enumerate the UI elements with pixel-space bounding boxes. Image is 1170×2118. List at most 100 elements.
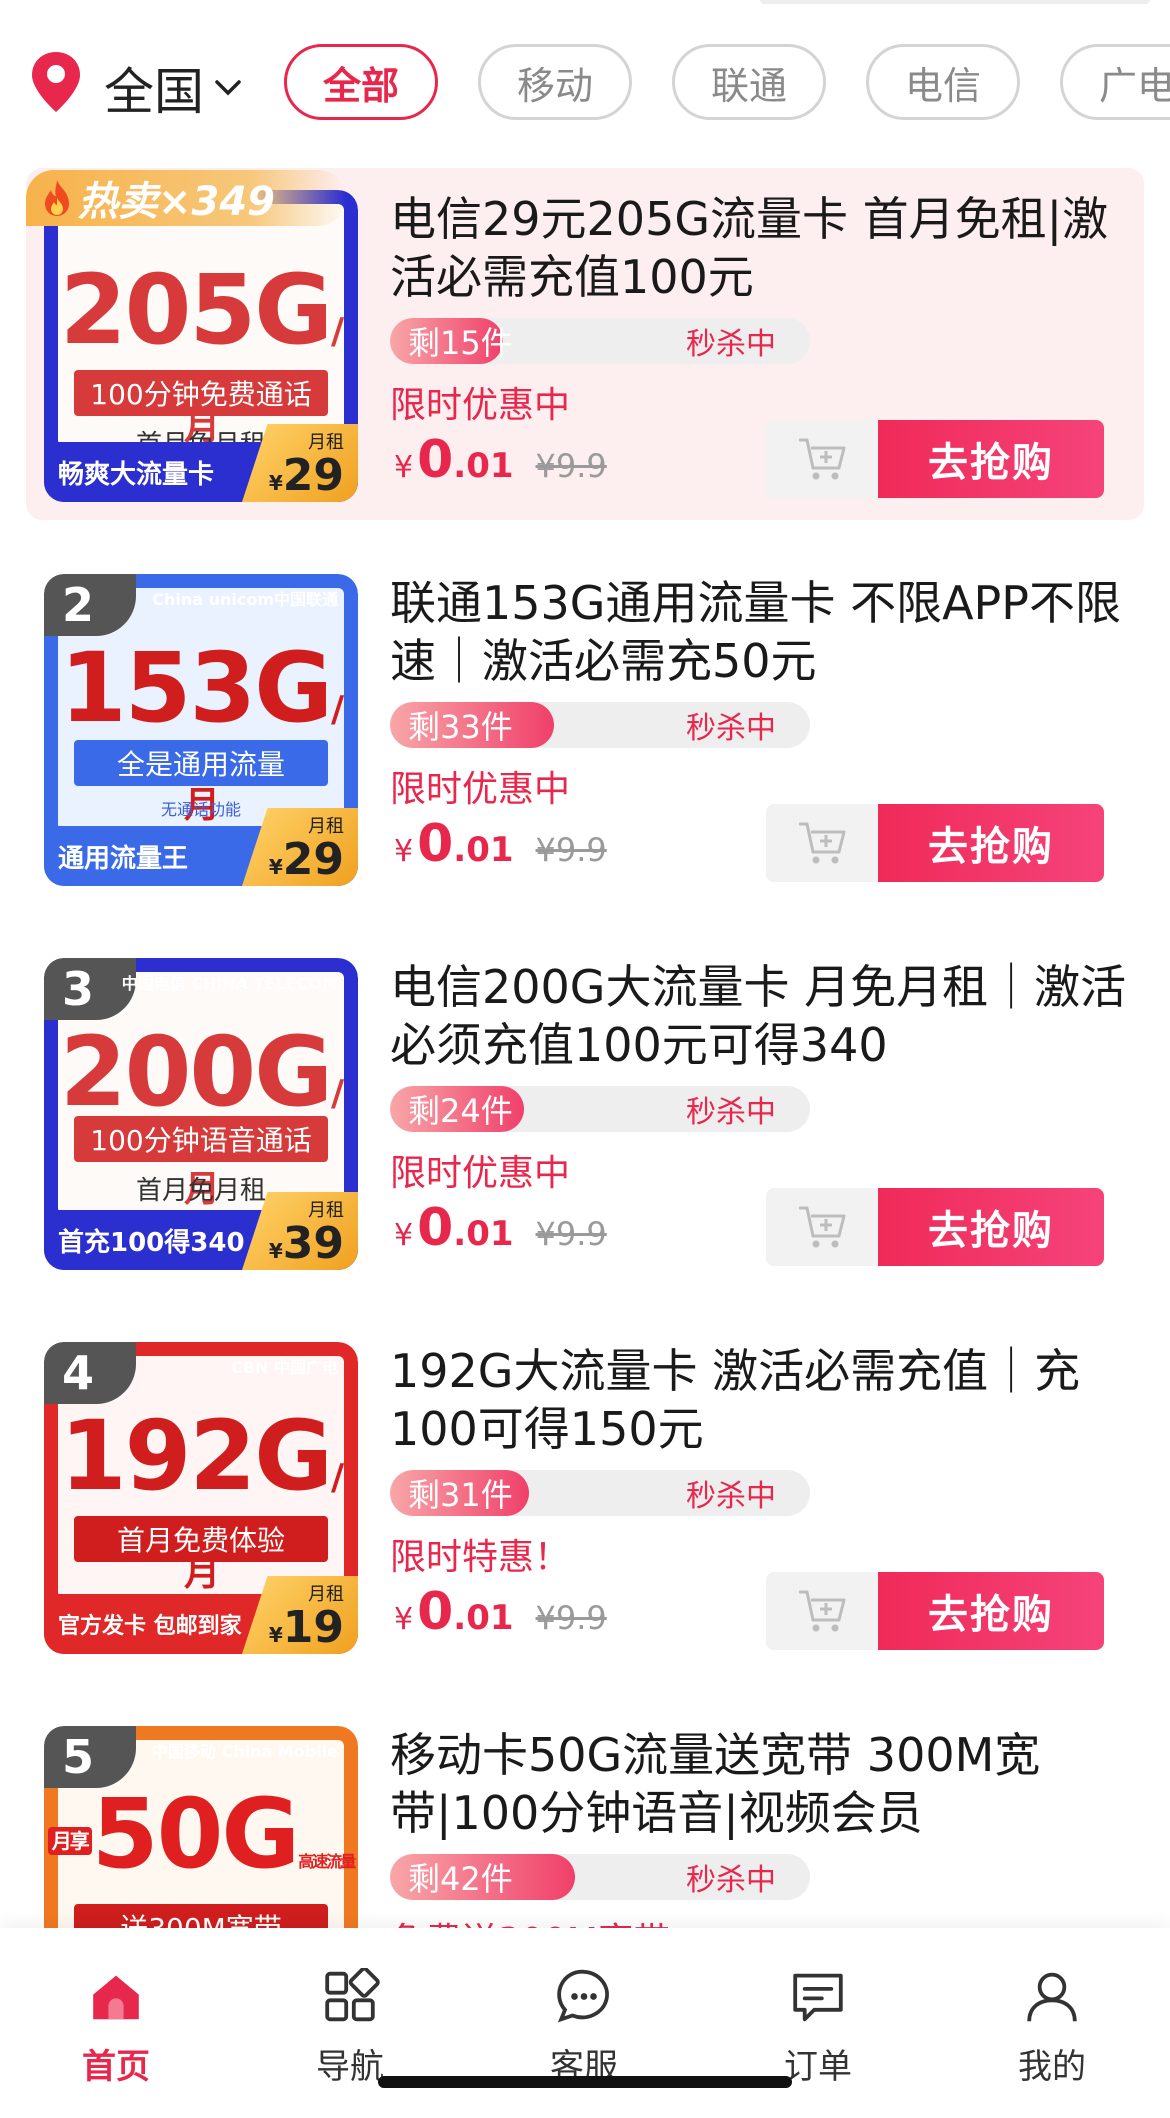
stock-progress: 剩31件 秒杀中 <box>390 1470 810 1516</box>
card-gb: 200G <box>59 1016 333 1128</box>
cart-icon <box>799 822 846 864</box>
chip-mobile[interactable]: 移动 <box>478 44 632 120</box>
card-gb: 50G <box>91 1778 300 1890</box>
monthly-price: 29 <box>282 834 344 885</box>
card-band: 100分钟语音通话 <box>74 1116 328 1162</box>
home-icon <box>93 1975 139 2020</box>
tab-profile[interactable]: 我的 <box>972 1968 1132 2088</box>
buy-now-button[interactable]: 去抢购 <box>878 420 1104 498</box>
stock-state: 秒杀中 <box>686 1095 776 1130</box>
brand-label: 中国电信 CHINA TELECOM <box>121 974 338 993</box>
stock-left: 剩24件 <box>408 1092 513 1130</box>
carrier-chips: 全部 移动 联通 电信 广电 <box>284 44 1170 120</box>
price: ¥ 0 .01 ¥9.9 <box>394 1198 607 1268</box>
product-card[interactable]: 2 China unicom中国联通 153G/月 全是通用流量 无通话功能 通… <box>26 552 1144 904</box>
product-title[interactable]: 电信29元205G流量卡 首月免租|激活必需充值100元 <box>390 190 1130 306</box>
product-title[interactable]: 电信200G大流量卡 月免月租｜激活必须充值100元可得340 <box>390 958 1130 1074</box>
tab-navigation[interactable]: 导航 <box>270 1968 430 2088</box>
price: ¥ 0 .01 ¥9.9 <box>394 430 607 500</box>
promo-text: 限时优惠中 <box>390 1153 571 1194</box>
chevron-down-icon <box>215 80 241 96</box>
tab-label: 订单 <box>784 2047 852 2087</box>
card-gb: 192G <box>59 1400 333 1512</box>
region-label: 全国 <box>104 63 204 121</box>
hot-badge-label: 热卖×349 <box>78 179 276 225</box>
chip-all[interactable]: 全部 <box>284 44 438 120</box>
chip-broadcast[interactable]: 广电 <box>1060 44 1170 120</box>
stock-progress: 剩42件 秒杀中 <box>390 1854 810 1900</box>
brand-label: CBN 中国广电 <box>231 1358 338 1377</box>
monthly-price: 29 <box>282 450 344 501</box>
card-gb: 153G <box>59 632 333 744</box>
status-sliver <box>760 0 1150 4</box>
price: ¥ 0 .01 ¥9.9 <box>394 814 607 884</box>
stock-left: 剩42件 <box>408 1860 513 1898</box>
chip-unicom[interactable]: 联通 <box>672 44 826 120</box>
cart-icon <box>799 1590 846 1632</box>
order-icon <box>793 1973 843 2022</box>
tab-home[interactable]: 首页 <box>36 1968 196 2088</box>
price-int: 0 <box>417 814 454 874</box>
product-thumbnail[interactable]: 205G/月 100分钟免费通话 首月免月租 畅爽大流量卡 月租 ¥29 <box>44 190 358 502</box>
filter-bar: 全国 全部 移动 联通 电信 广电 <box>0 0 1170 168</box>
flame-icon <box>45 180 69 216</box>
add-to-cart-button[interactable] <box>766 804 878 882</box>
stock-left: 剩31件 <box>408 1476 513 1514</box>
tab-orders[interactable]: 订单 <box>738 1968 898 2088</box>
promo-text: 限时优惠中 <box>390 769 571 810</box>
grid-icon <box>325 1968 380 2022</box>
tab-label: 我的 <box>1018 2047 1086 2087</box>
price-currency: ¥ <box>394 450 414 485</box>
original-price: ¥9.9 <box>535 447 607 485</box>
product-title[interactable]: 联通153G通用流量卡 不限APP不限速｜激活必需充50元 <box>390 574 1130 690</box>
stock-progress: 剩15件 秒杀中 <box>390 318 810 364</box>
cart-icon <box>799 1206 846 1248</box>
hot-badge: 热卖×349 <box>26 170 346 226</box>
stock-left: 剩33件 <box>408 708 513 746</box>
chip-telecom[interactable]: 电信 <box>866 44 1020 120</box>
product-title[interactable]: 192G大流量卡 激活必需充值｜充100可得150元 <box>390 1342 1130 1458</box>
bottom-tab-bar: 首页 导航 客服 订单 我的 <box>0 1928 1170 2118</box>
price-dec: .01 <box>453 446 514 486</box>
stock-progress: 剩24件 秒杀中 <box>390 1086 810 1132</box>
price-dec: .01 <box>453 830 514 870</box>
add-to-cart-button[interactable] <box>766 1572 878 1650</box>
location-pin-icon[interactable] <box>28 50 84 114</box>
buy-now-button[interactable]: 去抢购 <box>878 1188 1104 1266</box>
card-unit: 高速流量 <box>298 1852 356 1871</box>
monthly-price: 39 <box>282 1218 344 1269</box>
region-selector[interactable]: 全国 <box>104 52 242 124</box>
original-price: ¥9.9 <box>535 1215 607 1253</box>
product-title[interactable]: 移动卡50G流量送宽带 300M宽带|100分钟语音|视频会员 <box>390 1726 1130 1842</box>
card-gb: 205G <box>59 254 333 366</box>
tab-customer-service[interactable]: 客服 <box>504 1968 664 2088</box>
original-price: ¥9.9 <box>535 1599 607 1637</box>
product-card[interactable]: 205G/月 100分钟免费通话 首月免月租 畅爽大流量卡 月租 ¥29 热卖×… <box>26 168 1144 520</box>
card-prefix: 月享 <box>47 1826 92 1855</box>
add-to-cart-button[interactable] <box>766 1188 878 1266</box>
product-card[interactable]: 3 中国电信 CHINA TELECOM 200G/月 100分钟语音通话 首月… <box>26 936 1144 1288</box>
buy-now-button[interactable]: 去抢购 <box>878 1572 1104 1650</box>
promo-text: 限时优惠中 <box>390 385 571 426</box>
price-currency: ¥ <box>394 834 414 869</box>
stock-state: 秒杀中 <box>686 711 776 746</box>
price: ¥ 0 .01 ¥9.9 <box>394 1582 607 1652</box>
price-currency: ¥ <box>394 1602 414 1637</box>
stock-state: 秒杀中 <box>686 1863 776 1898</box>
buy-now-button[interactable]: 去抢购 <box>878 804 1104 882</box>
product-thumbnail[interactable]: 2 China unicom中国联通 153G/月 全是通用流量 无通话功能 通… <box>44 574 358 886</box>
product-card[interactable]: 4 CBN 中国广电 192G/月 首月免费体验 官方发卡 包邮到家 月租 ¥1… <box>26 1320 1144 1672</box>
card-band: 首月免费体验 <box>74 1516 328 1562</box>
price-dec: .01 <box>453 1214 514 1254</box>
cart-icon <box>799 438 846 480</box>
add-to-cart-button[interactable] <box>766 420 878 498</box>
tab-label: 首页 <box>82 2047 150 2087</box>
product-thumbnail[interactable]: 3 中国电信 CHINA TELECOM 200G/月 100分钟语音通话 首月… <box>44 958 358 1270</box>
brand-label: 中国移动 China Mobile <box>151 1742 338 1761</box>
stock-state: 秒杀中 <box>686 1479 776 1514</box>
card-band: 全是通用流量 <box>74 740 328 786</box>
home-indicator <box>378 2076 792 2088</box>
monthly-price: 19 <box>282 1602 344 1653</box>
price-int: 0 <box>417 1582 454 1642</box>
product-thumbnail[interactable]: 4 CBN 中国广电 192G/月 首月免费体验 官方发卡 包邮到家 月租 ¥1… <box>44 1342 358 1654</box>
